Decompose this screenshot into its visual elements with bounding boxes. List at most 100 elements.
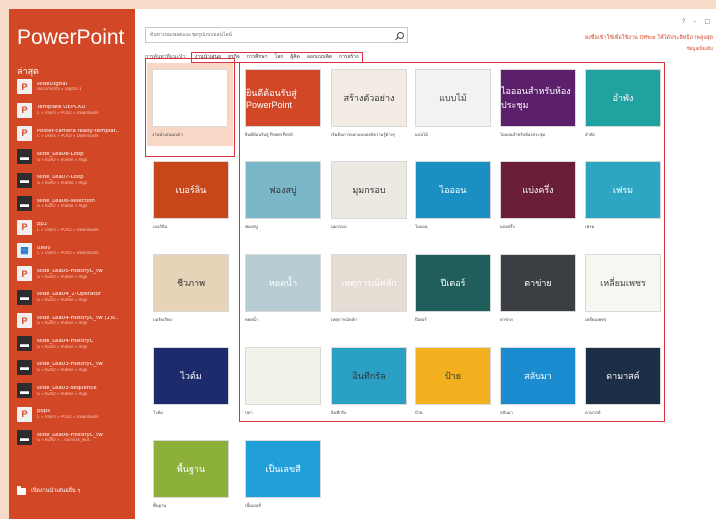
template-search-input[interactable] (145, 27, 408, 43)
presentation-thumbnail-icon: ▬ (17, 196, 32, 212)
suggested-search-link[interactable]: การศึกษา (247, 53, 268, 61)
template-label: ไวต์ม (153, 410, 163, 415)
recent-file-path: G » KuXO » mateo » Algo (37, 181, 88, 185)
template-thumbnail-text: ปีเตอร์ (440, 278, 466, 288)
suggested-search-link[interactable]: ผู้คิด (290, 53, 300, 61)
template-label: พื้นฐาน (153, 503, 167, 508)
template-thumbnail-text: ชีวภาพ (176, 278, 206, 288)
recent-file-item[interactable]: ▬ slide_Lea06-selection G » KuXO » mateo »… (9, 192, 135, 215)
recent-list: PslideDigital Documents » Digital 1 P Templ… (9, 75, 135, 449)
minimize-icon[interactable]: – (693, 18, 696, 25)
recent-file-item[interactable]: ▬ slide_Lea03-HistoryC_tw G » KuXO » mateo… (9, 356, 135, 379)
template-tile[interactable]: ชีวภาพบอร์ดเรียบ (153, 254, 229, 323)
powerpoint-file-icon: P (17, 313, 32, 329)
app-title: PowerPoint (17, 26, 125, 49)
powerpoint-file-icon: P (17, 266, 32, 282)
recent-file-item[interactable]: Ppdps C » Users » PCKU » Downloads (9, 402, 135, 425)
blank-template-highlight (145, 58, 235, 157)
recent-file-item[interactable]: P Poster-camera ready-templat.. C » Users … (9, 122, 135, 145)
template-thumbnail: ไวต์ม (153, 347, 229, 405)
recent-file-path: G » KuXO » mateo » Algo (37, 274, 88, 279)
template-tile[interactable]: เบอร์ลิน เบอร์ลิน (153, 161, 229, 230)
template-thumbnail-text: ดามาสค์ (606, 371, 640, 381)
template-tile[interactable]: พื้นฐาน พื้นฐาน (153, 440, 229, 509)
template-thumbnail-text: หยดน้ำ (268, 278, 298, 288)
template-tile[interactable]: เป็นเลขสีเนื้อเยลลี่ (245, 440, 321, 509)
template-thumbnail-text: สลับมา (524, 371, 552, 381)
recent-file-item[interactable]: Pslide_Lea05-HistoryC_tw G » KuXO » mateo… (9, 262, 135, 285)
template-thumbnail-text: พื้นฐาน (176, 464, 206, 474)
template-label: เนื้อเยลลี่ (245, 503, 261, 508)
window-controls: ? – □ (674, 18, 710, 25)
recent-file-path: C » Users » PCKU » Downloads (37, 134, 99, 139)
help-icon[interactable]: ? (682, 18, 685, 25)
template-thumbnail: ชีวภาพ (153, 254, 229, 312)
recent-file-item[interactable]: ▬ slide_Lea04-HistoryC G » KuXO » mateo » … (9, 332, 135, 355)
recent-file-path: G » KuXO » mateo » Algo (37, 344, 88, 349)
template-thumbnail-text: มุมกรอบ (352, 185, 386, 195)
suggested-search-link[interactable]: โลก (275, 53, 284, 61)
template-thumbnail-text: ยินดีต้อนรับสู่ PowerPoint (246, 88, 297, 110)
recent-file-item[interactable]: ▦ แหล่ง C » Users » PCKU » Downloads (9, 239, 135, 262)
template-thumbnail-text: เหตุการณ์หลัก (341, 278, 397, 288)
recent-file-path: C » Users » PCKU » Downloads (37, 414, 99, 419)
search-icon[interactable] (397, 32, 404, 39)
template-thumbnail-text: ไอออนสำหรับห้องประชุม (501, 86, 571, 110)
suggested-search-link[interactable]: ออกแบบคิด (307, 53, 332, 61)
template-label: บอร์ดเรียบ (153, 317, 172, 322)
recent-file-path: C » Users » PCKU » Downloads (37, 227, 99, 232)
powerpoint-file-icon: P (17, 219, 32, 235)
recent-file-path: Documents » Digital 1 (37, 87, 82, 92)
recent-file-item[interactable]: Ppp2 C » Users » PCKU » Downloads (9, 215, 135, 238)
template-thumbnail-text: ไวต์ม (180, 371, 202, 381)
recent-file-path: C » Users » PCKU » Downloads (37, 251, 99, 256)
open-other-label: เปิดงานนำเสนออื่น ๆ (31, 488, 81, 494)
template-thumbnail-text: เบอร์ลิน (175, 185, 207, 195)
template-thumbnail-text: ฟองสบู่ (269, 185, 297, 195)
template-thumbnail-text: อำพัง (612, 93, 634, 103)
recent-file-item[interactable]: ▬ slide_Lea08-Loop G » KuXO » mateo » Algo (9, 145, 135, 168)
recent-file-item[interactable]: P Template OEPCKU C » Users » PCKU » Downl… (9, 98, 135, 121)
start-screen: PowerPoint ล่าสุด PslideDigital Documents… (9, 9, 716, 519)
maximize-icon[interactable]: □ (704, 18, 710, 25)
presentation-thumbnail-icon: ▬ (17, 359, 32, 375)
suggested-search-link[interactable]: การสร้าง (339, 53, 359, 61)
template-thumbnail-text: ป้าย (444, 371, 462, 381)
recent-file-path: G » KuXO » mateo » Algo (37, 297, 88, 302)
recent-file-item[interactable]: ▬ slide_Lea04_2-Operator G » KuXO » mateo … (9, 286, 135, 309)
powerpoint-file-icon: P (17, 79, 32, 95)
recent-file-item[interactable]: ▬ slide_Lea06-HistoryC_tw G » KuXO » ...so… (9, 426, 135, 449)
recent-file-item[interactable]: ▬ slide_Lea03-sequence G » KuXO » mateo » … (9, 379, 135, 402)
template-thumbnail-text: แบ่งครึ่ง (522, 185, 554, 195)
open-other-presentations-link[interactable]: เปิดงานนำเสนออื่น ๆ (17, 485, 81, 495)
recent-file-path: G » KuXO » mateo » Algo (37, 321, 88, 326)
presentation-thumbnail-icon: ▬ (17, 289, 32, 305)
recent-file-path: G » KuXO » mateo » Algo (37, 368, 88, 373)
image-file-icon: ▦ (17, 242, 32, 258)
template-thumbnail-text: แบบไม้ (439, 93, 467, 103)
powerpoint-file-icon: P (17, 125, 32, 141)
learn-more-link[interactable]: ข้อมูลเพิ่มเติม (687, 45, 713, 52)
recent-file-path: G » KuXO » ...sornsak_wut.. (37, 438, 92, 443)
themes-highlight (239, 62, 665, 422)
recent-file-item[interactable]: ▬ slide_Lea07-Loop G » KuXO » mateo » Algo (9, 169, 135, 192)
powerpoint-file-icon: P (17, 102, 32, 118)
presentation-thumbnail-icon: ▬ (17, 383, 32, 399)
recent-file-path: C » Users » PCKU » Downloads (37, 110, 99, 115)
presentation-thumbnail-icon: ▬ (17, 149, 32, 165)
presentation-thumbnail-icon: ▬ (17, 336, 32, 352)
presentation-thumbnail-icon: ▬ (17, 430, 32, 446)
template-tile[interactable]: ไวต์ม ไวต์ม (153, 347, 229, 416)
template-thumbnail-text: ไอออน (439, 185, 467, 195)
presentation-thumbnail-icon: ▬ (17, 172, 32, 188)
template-label: เบอร์ลิน (153, 224, 168, 229)
template-thumbnail-text: เฟรม (612, 185, 634, 195)
powerpoint-file-icon: P (17, 406, 32, 422)
recent-file-item[interactable]: Pslide_Lea04-HistoryC_tw (2)s.. G » KuXO … (9, 309, 135, 332)
sign-in-link[interactable]: ลงชื่อเข้าใช้เพื่อใช้งาน Office ให้ได้ปร… (585, 34, 713, 42)
recent-file-item[interactable]: PslideDigital Documents » Digital 1 (9, 75, 135, 98)
template-thumbnail-text: เป็นเลขสี (265, 464, 301, 474)
folder-icon (17, 485, 26, 495)
template-thumbnail: เบอร์ลิน (153, 161, 229, 219)
template-thumbnail-text: ตาข่าย (524, 278, 552, 288)
